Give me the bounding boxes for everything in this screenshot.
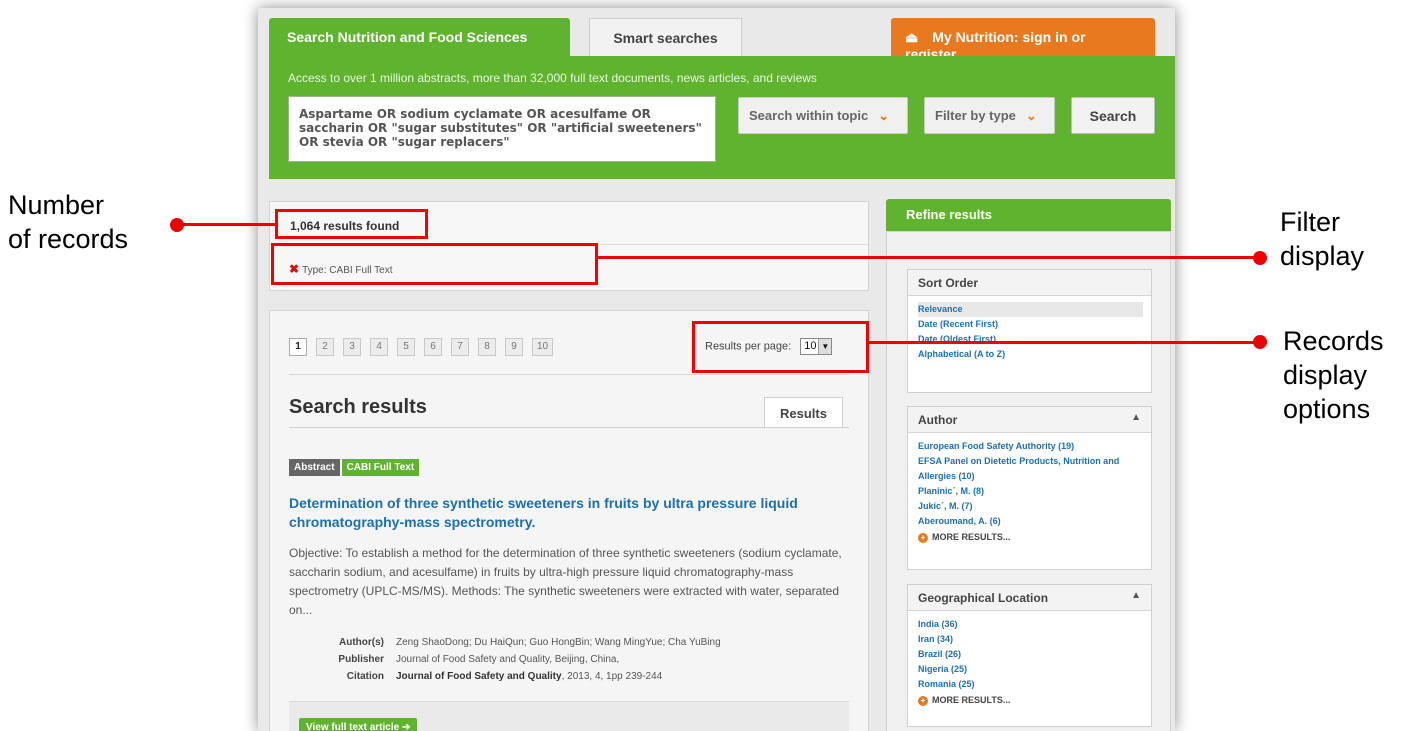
search-results-heading: Search results — [289, 396, 427, 418]
sort-option[interactable]: Alphabetical (A to Z) — [918, 347, 1151, 362]
login-icon: ⏏ — [905, 29, 919, 45]
callout-dot-records-per-page — [1253, 335, 1267, 349]
callout-line-records-per-page — [869, 341, 1259, 344]
page-link[interactable]: 5 — [397, 338, 415, 356]
search-intro-text: Access to over 1 million abstracts, more… — [288, 71, 817, 85]
callout-dot-results-count — [170, 218, 184, 232]
search-query-input[interactable]: Aspartame OR sodium cyclamate OR acesulf… — [288, 96, 716, 162]
page-link[interactable]: 1 — [289, 338, 307, 356]
more-results-link[interactable]: + MORE RESULTS... — [918, 692, 1151, 708]
collapse-icon[interactable]: ▲ — [1131, 590, 1141, 601]
view-full-text-button[interactable]: View full text article ➔ — [299, 718, 418, 731]
filter-by-type-dropdown[interactable]: Filter by type ⌄ — [924, 97, 1055, 134]
sort-option[interactable]: Relevance — [918, 302, 1143, 317]
plus-icon: + — [918, 696, 928, 706]
topic-dropdown-label: Search within topic — [749, 108, 869, 123]
page-link[interactable]: 9 — [505, 338, 523, 356]
divider — [289, 374, 849, 375]
abstract-badge: Abstract — [289, 459, 340, 476]
full-text-badge: CABI Full Text — [341, 459, 420, 476]
publisher-label: Publisher — [338, 654, 384, 665]
type-dropdown-label: Filter by type — [935, 108, 1016, 123]
callout-line-filter — [598, 256, 1260, 259]
location-filter-link[interactable]: India (36) — [918, 617, 1151, 632]
geographical-location-facet: Geographical Location ▲ India (36) Iran (… — [907, 584, 1152, 727]
record-badges: Abstract CABI Full Text — [289, 457, 421, 476]
author-heading[interactable]: Author ▲ — [908, 407, 1151, 433]
location-filter-link[interactable]: Romania (25) — [918, 677, 1151, 692]
callout-box-results-count — [275, 209, 428, 239]
search-panel: Access to over 1 million abstracts, more… — [269, 56, 1175, 179]
page-link[interactable]: 8 — [478, 338, 496, 356]
geo-heading[interactable]: Geographical Location ▲ — [908, 585, 1151, 611]
tab-search-nutrition[interactable]: Search Nutrition and Food Sciences — [269, 18, 570, 56]
more-results-link[interactable]: + MORE RESULTS... — [918, 529, 1151, 545]
tab-search-label: Search Nutrition and Food Sciences — [287, 29, 528, 45]
plus-icon: + — [918, 533, 928, 543]
location-filter-link[interactable]: Nigeria (25) — [918, 662, 1151, 677]
author-filter-link[interactable]: EFSA Panel on Dietetic Products, Nutriti… — [918, 454, 1151, 484]
author-title: Author — [918, 413, 958, 427]
search-button[interactable]: Search — [1071, 97, 1155, 134]
page-link[interactable]: 6 — [424, 338, 442, 356]
page-link[interactable]: 4 — [370, 338, 388, 356]
chevron-down-icon: ⌄ — [878, 108, 890, 123]
author-facet: Author ▲ European Food Safety Authority (… — [907, 406, 1152, 570]
pagination: 1 2 3 4 5 6 7 8 9 10 — [289, 336, 562, 356]
authors-value: Zeng ShaoDong; Du HaiQun; Guo HongBin; W… — [396, 637, 721, 648]
annotation-number-of-records: Number of records — [8, 190, 129, 254]
sort-order-facet: Sort Order Relevance Date (Recent First)… — [907, 269, 1152, 393]
author-list: European Food Safety Authority (19) EFSA… — [908, 433, 1151, 545]
chevron-down-icon: ⌄ — [1025, 108, 1037, 123]
annotation-records-display-options: Records display options — [1283, 326, 1384, 424]
more-results-label: MORE RESULTS... — [932, 532, 1011, 542]
result-actions: View full text article ➔ — [289, 701, 849, 731]
location-filter-link[interactable]: Iran (34) — [918, 632, 1151, 647]
citation-journal: Journal of Food Safety and Quality — [396, 671, 562, 682]
page-link[interactable]: 2 — [316, 338, 334, 356]
sort-option[interactable]: Date (Recent First) — [918, 317, 1151, 332]
publisher-value: Journal of Food Safety and Quality, Beij… — [396, 654, 620, 665]
search-within-topic-dropdown[interactable]: Search within topic ⌄ — [738, 97, 908, 134]
refine-results-panel: Sort Order Relevance Date (Recent First)… — [886, 231, 1171, 731]
divider — [289, 427, 849, 428]
page-link[interactable]: 10 — [532, 338, 554, 356]
citation-details: , 2013, 4, 1pp 239-244 — [561, 671, 663, 682]
sort-option[interactable]: Date (Oldest First) — [918, 332, 1151, 347]
result-abstract: Objective: To establish a method for the… — [289, 546, 842, 617]
sort-order-title: Sort Order — [918, 276, 979, 290]
author-filter-link[interactable]: Planinic´, M. (8) — [918, 484, 1151, 499]
refine-results-heading: Refine results — [886, 199, 1171, 231]
page-link[interactable]: 7 — [451, 338, 469, 356]
location-filter-link[interactable]: Brazil (26) — [918, 647, 1151, 662]
annotation-filter-display: Filter display — [1280, 207, 1365, 271]
search-results-panel: 1 2 3 4 5 6 7 8 9 10 Results per page: 10 ▼ Search… — [269, 310, 869, 731]
geo-title: Geographical Location — [918, 591, 1049, 605]
tab-smart-label: Smart searches — [613, 30, 718, 46]
sort-order-heading: Sort Order — [908, 270, 1151, 296]
authors-label: Author(s) — [339, 637, 384, 648]
callout-box-records-per-page — [692, 321, 869, 373]
geo-list: India (36) Iran (34) Brazil (26) Nigeria… — [908, 611, 1151, 708]
author-filter-link[interactable]: Jukic´, M. (7) — [918, 499, 1151, 514]
citation-label: Citation — [346, 671, 384, 682]
sort-order-list: Relevance Date (Recent First) Date (Olde… — [908, 296, 1151, 362]
more-results-label: MORE RESULTS... — [932, 695, 1011, 705]
tab-smart-searches[interactable]: Smart searches — [589, 18, 742, 56]
my-nutrition-signin-button[interactable]: ⏏ My Nutrition: sign in or register — [891, 18, 1155, 62]
collapse-icon[interactable]: ▲ — [1131, 412, 1141, 423]
author-filter-link[interactable]: Aberoumand, A. (6) — [918, 514, 1151, 529]
tab-results[interactable]: Results — [764, 397, 843, 427]
callout-line-results-count — [178, 223, 275, 226]
author-filter-link[interactable]: European Food Safety Authority (19) — [918, 439, 1151, 454]
page-link[interactable]: 3 — [343, 338, 361, 356]
result-metadata: Author(s) Zeng ShaoDong; Du HaiQun; Guo H… — [289, 634, 721, 685]
callout-box-filter — [271, 243, 598, 285]
result-title-link[interactable]: Determination of three synthetic sweeten… — [289, 494, 859, 532]
callout-dot-filter — [1253, 251, 1267, 265]
